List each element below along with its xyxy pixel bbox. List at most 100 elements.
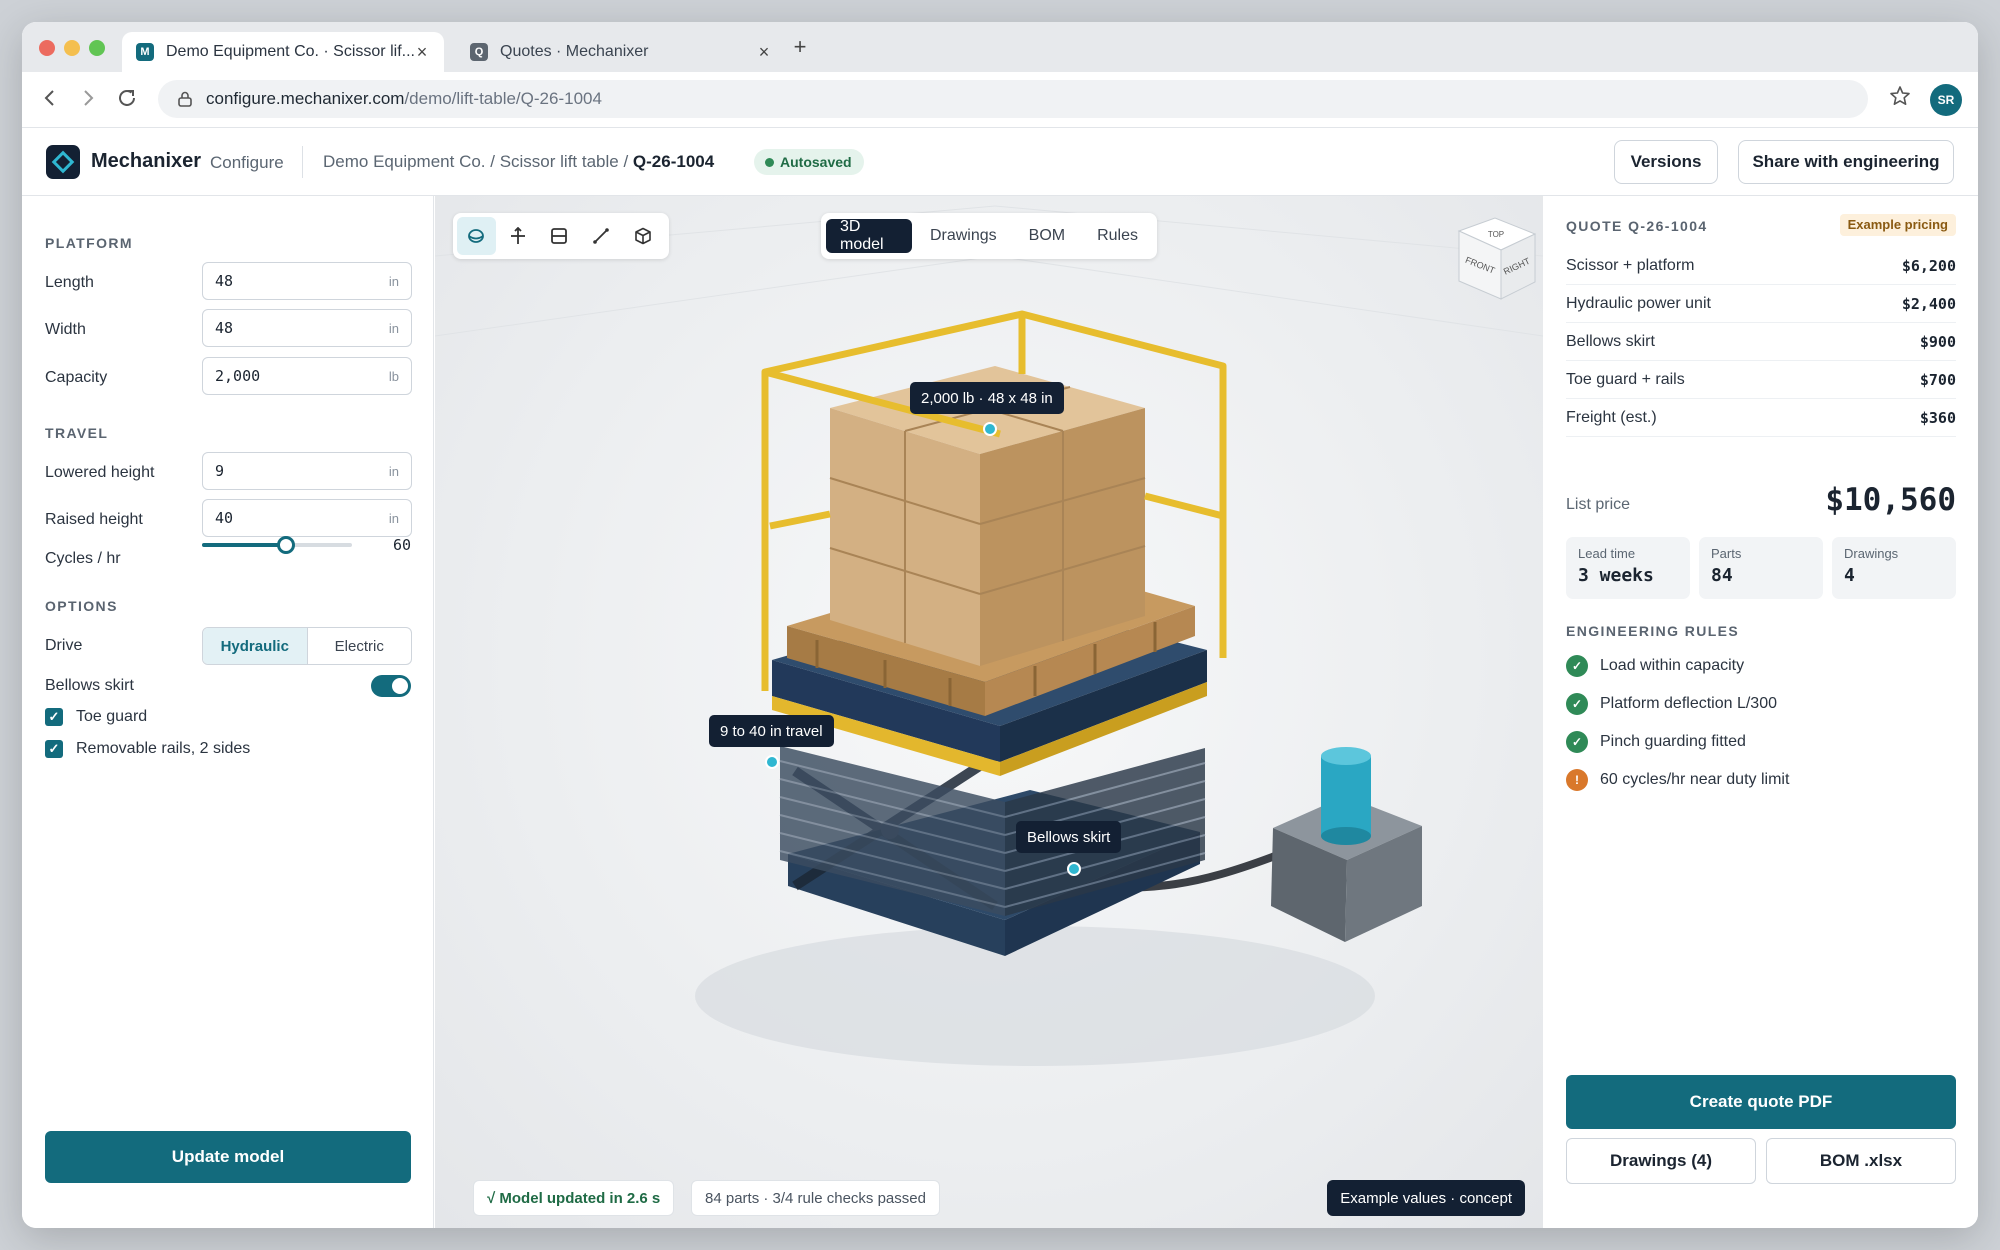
length-input[interactable]: 48 in (202, 262, 412, 300)
cycles-slider-thumb[interactable] (277, 536, 295, 554)
stat-label: Lead time (1578, 546, 1636, 561)
platform-section-title: PLATFORM (45, 235, 133, 251)
forward-icon[interactable] (76, 86, 100, 110)
browser-tab-configurator[interactable]: M Demo Equipment Co. · Scissor lif... × (122, 32, 444, 72)
check-circle-icon: ✓ (1566, 655, 1588, 677)
options-section-title: OPTIONS (45, 598, 118, 614)
measure-icon[interactable] (582, 217, 621, 255)
lift-table-3d-model[interactable]: TOP FRONT RIGHT (435, 196, 1543, 1228)
breadcrumb-path[interactable]: Demo Equipment Co. / Scissor lift table … (323, 152, 633, 171)
header-divider (302, 146, 303, 178)
profile-avatar[interactable]: SR (1930, 84, 1962, 116)
hydraulic-power-unit[interactable] (1271, 747, 1422, 942)
raised-height-unit: in (388, 510, 399, 526)
bellows-skirt-toggle[interactable] (371, 675, 411, 697)
maximize-window-button[interactable] (89, 40, 105, 56)
quote-line-amount: $700 (1919, 370, 1956, 389)
toe-guard-checkbox[interactable]: ✓ (45, 708, 63, 726)
close-window-button[interactable] (39, 40, 55, 56)
quote-line: Bellows skirt $900 (1566, 323, 1956, 361)
address-bar[interactable]: configure.mechanixer.com/demo/lift-table… (158, 80, 1868, 118)
autosaved-badge: Autosaved (754, 149, 864, 175)
brand-name: Mechanixer (91, 150, 202, 172)
model-updated-status: √ Model updated in 2.6 s (473, 1180, 675, 1216)
bellows-callout: Bellows skirt (1016, 821, 1122, 853)
move-icon[interactable] (499, 217, 538, 255)
bom-download-button[interactable]: BOM .xlsx (1766, 1138, 1956, 1184)
quote-line-amount: $900 (1919, 332, 1956, 351)
close-tab-icon[interactable]: × (414, 42, 430, 63)
url-path: /demo/lift-table/Q-26-1004 (404, 89, 602, 108)
quote-line-amount: $360 (1919, 408, 1956, 427)
removable-rails-checkbox[interactable]: ✓ (45, 740, 63, 758)
lowered-height-input[interactable]: 9 in (202, 452, 412, 490)
app-header: Mechanixer Configure Demo Equipment Co. … (22, 128, 1978, 196)
new-tab-button[interactable]: + (786, 34, 814, 60)
configure-link[interactable]: Configure (210, 153, 284, 173)
quote-line-label: Freight (est.) (1566, 408, 1657, 426)
bookmark-star-icon[interactable] (1888, 84, 1912, 115)
quote-line: Hydraulic power unit $2,400 (1566, 285, 1956, 323)
drawings-download-button[interactable]: Drawings (4) (1566, 1138, 1756, 1184)
load-anchor-dot[interactable] (983, 422, 997, 436)
toe-guard-label: Toe guard (76, 708, 148, 725)
capacity-value: 2,000 (215, 367, 261, 385)
close-tab-icon[interactable]: × (756, 42, 772, 63)
tab-title: Quotes · Mechanixer (500, 43, 649, 60)
width-input[interactable]: 48 in (202, 309, 412, 347)
create-quote-pdf-button[interactable]: Create quote PDF (1566, 1075, 1956, 1129)
length-value: 48 (215, 272, 234, 290)
drive-electric-option[interactable]: Electric (308, 628, 412, 664)
capacity-input[interactable]: 2,000 lb (202, 357, 412, 395)
back-icon[interactable] (38, 86, 62, 110)
update-model-button[interactable]: Update model (45, 1131, 411, 1183)
drawings-stat: Drawings 4 (1832, 537, 1956, 599)
cycles-slider[interactable] (202, 535, 352, 555)
browser-tab-quotes[interactable]: Q Quotes · Mechanixer × (456, 32, 786, 72)
minimize-window-button[interactable] (64, 40, 80, 56)
orbit-icon[interactable] (457, 217, 496, 255)
breadcrumb: Demo Equipment Co. / Scissor lift table … (323, 152, 714, 172)
quote-title: QUOTE Q-26-1004 (1566, 218, 1708, 234)
check-circle-icon: ✓ (1566, 693, 1588, 715)
stat-value: 3 weeks (1578, 565, 1654, 586)
tab-drawings[interactable]: Drawings (916, 219, 1011, 253)
view-cube[interactable]: TOP FRONT RIGHT (1457, 217, 1537, 300)
drive-hydraulic-option[interactable]: Hydraulic (203, 628, 308, 664)
configuration-panel: PLATFORM Length 48 in Width 48 in Capaci… (22, 196, 434, 1228)
lowered-height-unit: in (388, 463, 399, 479)
parts-stat: Parts 84 (1699, 537, 1823, 599)
model-viewport[interactable]: TOP FRONT RIGHT 3D model Drawings BOM Ru… (435, 196, 1543, 1228)
bellows-anchor-dot[interactable] (1067, 862, 1081, 876)
mechanixer-favicon-icon: M (136, 43, 154, 61)
quote-panel: QUOTE Q-26-1004 Example pricing Scissor … (1544, 196, 1978, 1228)
tab-bom[interactable]: BOM (1015, 219, 1079, 253)
rule-item: ✓ Load within capacity (1566, 654, 1744, 678)
engineering-rules-title: ENGINEERING RULES (1566, 623, 1740, 639)
quote-line-label: Bellows skirt (1566, 332, 1655, 350)
browser-window: M Demo Equipment Co. · Scissor lif... × … (22, 22, 1978, 1228)
raised-height-input[interactable]: 40 in (202, 499, 412, 537)
tab-3d-model[interactable]: 3D model (826, 218, 912, 253)
section-icon[interactable] (540, 217, 579, 255)
warning-circle-icon: ! (1566, 769, 1588, 791)
rule-label: Platform deflection L/300 (1600, 695, 1777, 712)
width-label: Width (45, 321, 86, 338)
width-unit: in (388, 320, 399, 336)
cube-top-label[interactable]: TOP (1488, 230, 1504, 239)
travel-anchor-dot[interactable] (765, 755, 779, 769)
breadcrumb-current: Q-26-1004 (632, 152, 715, 171)
reload-icon[interactable] (115, 86, 139, 110)
versions-button[interactable]: Versions (1614, 140, 1718, 184)
quote-line: Toe guard + rails $700 (1566, 361, 1956, 399)
viewport-tools (453, 213, 669, 259)
mechanixer-logo-icon[interactable] (46, 145, 80, 179)
tab-rules[interactable]: Rules (1083, 219, 1152, 253)
view-tabs: 3D model Drawings BOM Rules (821, 213, 1157, 259)
lowered-height-label: Lowered height (45, 464, 155, 481)
cube-icon[interactable] (623, 217, 662, 255)
drive-selector: Hydraulic Electric (202, 627, 412, 665)
quote-line: Freight (est.) $360 (1566, 399, 1956, 437)
travel-callout: 9 to 40 in travel (709, 715, 834, 747)
share-with-engineering-button[interactable]: Share with engineering (1738, 140, 1954, 184)
